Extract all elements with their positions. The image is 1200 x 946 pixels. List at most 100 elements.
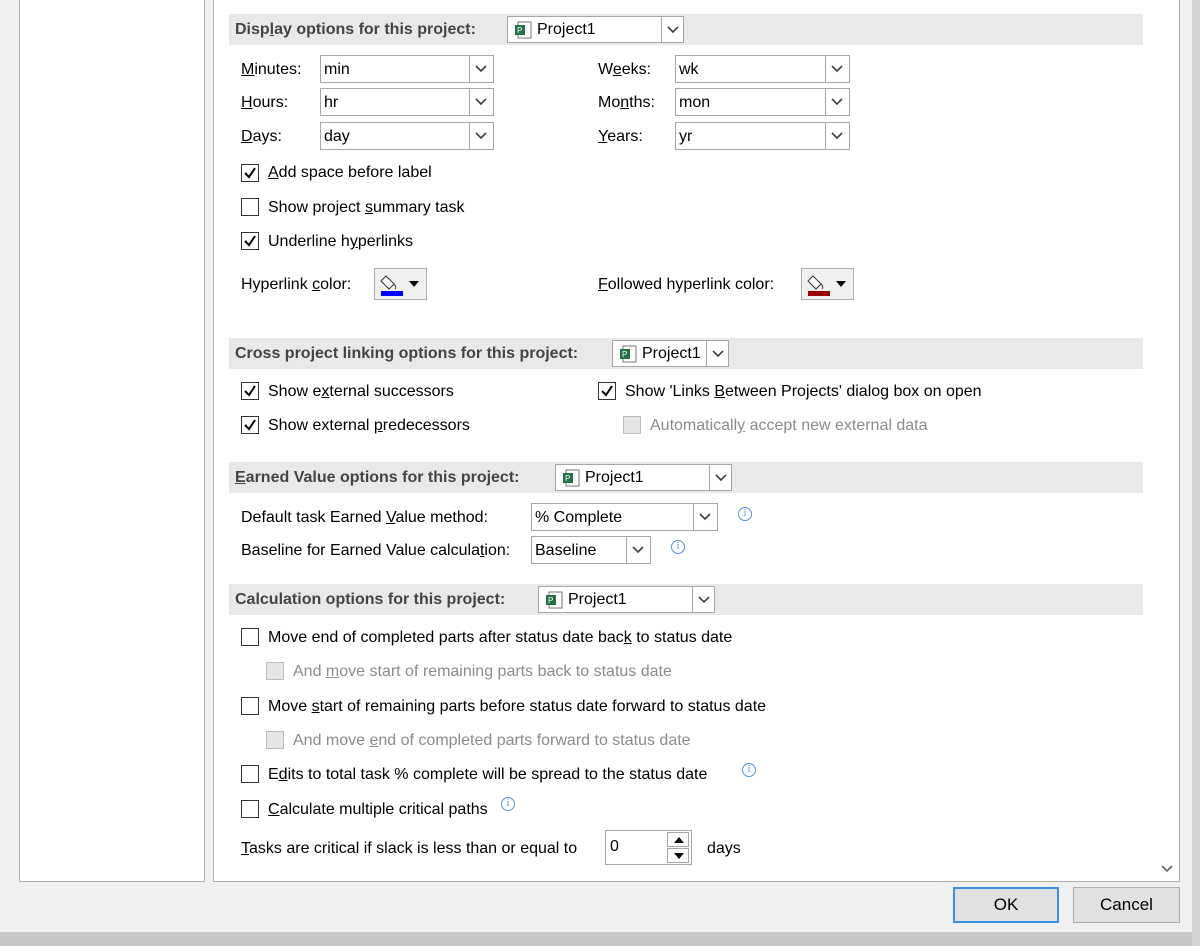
earned-value-project-value: Project1 <box>585 469 644 486</box>
slack-value: 0 <box>610 838 619 855</box>
chevron-down-icon[interactable] <box>825 89 849 115</box>
earned-value-project-combo[interactable]: P Project1 <box>555 464 732 491</box>
spin-down-icon[interactable] <box>667 848 689 863</box>
years-value: yr <box>679 128 693 145</box>
hours-value: hr <box>324 94 339 111</box>
checkmark-icon <box>244 385 256 397</box>
ev-method-value: % Complete <box>535 509 623 526</box>
spin-up-icon[interactable] <box>667 832 689 847</box>
calculation-project-value: Project1 <box>568 591 627 608</box>
show-summary-label: Show project summary task <box>268 199 465 216</box>
weeks-combo[interactable]: wk <box>675 55 850 83</box>
slack-unit: days <box>707 840 741 857</box>
calculation-title: Calculation options for this project: <box>235 591 506 608</box>
chevron-down-icon <box>409 281 419 287</box>
paint-bucket-icon <box>380 275 403 296</box>
info-icon[interactable]: i <box>671 540 685 554</box>
months-value: mon <box>679 94 711 111</box>
edits-spread-label: Edits to total task % complete will be s… <box>268 766 708 783</box>
add-space-label: Add space before label <box>268 164 432 181</box>
hours-combo[interactable]: hr <box>320 88 494 116</box>
chevron-down-icon[interactable] <box>626 537 650 563</box>
cancel-button[interactable]: Cancel <box>1073 887 1180 923</box>
years-combo[interactable]: yr <box>675 122 850 150</box>
hours-label: Hours: <box>241 94 289 111</box>
project-file-icon: P <box>563 469 580 487</box>
checkmark-icon <box>244 235 256 247</box>
ev-baseline-value: Baseline <box>535 542 597 559</box>
chevron-down-icon[interactable] <box>825 56 849 82</box>
edits-spread-checkbox[interactable] <box>241 765 259 783</box>
category-list[interactable] <box>19 0 205 882</box>
vertical-scrollbar[interactable] <box>1155 0 1179 880</box>
svg-text:P: P <box>548 596 553 605</box>
cross-project-combo[interactable]: P Project1 <box>612 340 729 367</box>
minutes-combo[interactable]: min <box>320 55 494 83</box>
slack-label: Tasks are critical if slack is less than… <box>241 840 578 857</box>
auto-accept-checkbox[interactable] <box>623 416 641 434</box>
display-project-combo[interactable]: P Project1 <box>507 16 684 43</box>
move-start-label: Move start of remaining parts before sta… <box>268 698 767 715</box>
chevron-down-icon[interactable] <box>469 123 493 149</box>
chevron-down-icon[interactable] <box>706 341 728 366</box>
calculation-header: Calculation options for this project: P … <box>229 584 1143 615</box>
move-start-back-checkbox[interactable] <box>266 662 284 680</box>
years-label: Years: <box>598 128 643 145</box>
chevron-down-icon[interactable] <box>469 89 493 115</box>
chevron-down-icon[interactable] <box>693 504 717 530</box>
cross-project-header: Cross project linking options for this p… <box>229 338 1143 369</box>
chevron-down-icon[interactable] <box>661 17 683 42</box>
underline-links-label: Underline hyperlinks <box>268 233 413 250</box>
info-icon[interactable]: i <box>742 763 756 777</box>
chevron-down-icon[interactable] <box>1159 860 1175 876</box>
chevron-down-icon[interactable] <box>469 56 493 82</box>
chevron-down-icon[interactable] <box>692 587 714 612</box>
months-label: Months: <box>598 94 655 111</box>
window-border-right <box>1192 0 1200 946</box>
svg-text:P: P <box>517 26 522 35</box>
move-start-checkbox[interactable] <box>241 697 259 715</box>
move-end-label: Move end of completed parts after status… <box>268 629 733 646</box>
info-icon[interactable]: i <box>501 797 515 811</box>
chevron-down-icon[interactable] <box>709 465 731 490</box>
info-icon[interactable]: i <box>738 507 752 521</box>
links-dialog-checkbox[interactable] <box>598 382 616 400</box>
project-file-icon: P <box>546 591 563 609</box>
underline-links-checkbox[interactable] <box>241 232 259 250</box>
ext-successors-checkbox[interactable] <box>241 382 259 400</box>
days-combo[interactable]: day <box>320 122 494 150</box>
days-label: Days: <box>241 128 282 145</box>
hyperlink-color-button[interactable] <box>374 268 427 300</box>
chevron-down-icon[interactable] <box>825 123 849 149</box>
svg-text:P: P <box>565 474 570 483</box>
auto-accept-label: Automatically accept new external data <box>650 417 928 434</box>
options-dialog: Display options for this project: P Proj… <box>0 0 1200 946</box>
calculation-project-combo[interactable]: P Project1 <box>538 586 715 613</box>
minutes-label: Minutes: <box>241 61 302 78</box>
ext-predecessors-checkbox[interactable] <box>241 416 259 434</box>
checkmark-icon <box>244 167 256 179</box>
minutes-value: min <box>324 61 350 78</box>
followed-color-button[interactable] <box>801 268 854 300</box>
cross-project-value: Project1 <box>642 345 701 362</box>
display-options-title: Display options for this project: <box>235 21 476 38</box>
ev-baseline-combo[interactable]: Baseline <box>531 536 651 564</box>
multi-critical-checkbox[interactable] <box>241 800 259 818</box>
show-summary-checkbox[interactable] <box>241 198 259 216</box>
options-content-pane: Display options for this project: P Proj… <box>213 0 1180 882</box>
display-options-header: Display options for this project: P Proj… <box>229 14 1143 45</box>
move-end-checkbox[interactable] <box>241 628 259 646</box>
ev-method-combo[interactable]: % Complete <box>531 503 718 531</box>
weeks-value: wk <box>679 61 699 78</box>
months-combo[interactable]: mon <box>675 88 850 116</box>
ext-successors-label: Show external successors <box>268 383 454 400</box>
add-space-checkbox[interactable] <box>241 164 259 182</box>
hyperlink-color-label: Hyperlink color: <box>241 276 352 293</box>
slack-spinner[interactable]: 0 <box>605 830 692 865</box>
checkmark-icon <box>244 419 256 431</box>
earned-value-title: Earned Value options for this project: <box>235 469 520 486</box>
ok-button[interactable]: OK <box>953 887 1059 923</box>
checkmark-icon <box>601 385 613 397</box>
move-start-back-label: And move start of remaining parts back t… <box>293 663 672 680</box>
move-end-forward-checkbox[interactable] <box>266 731 284 749</box>
